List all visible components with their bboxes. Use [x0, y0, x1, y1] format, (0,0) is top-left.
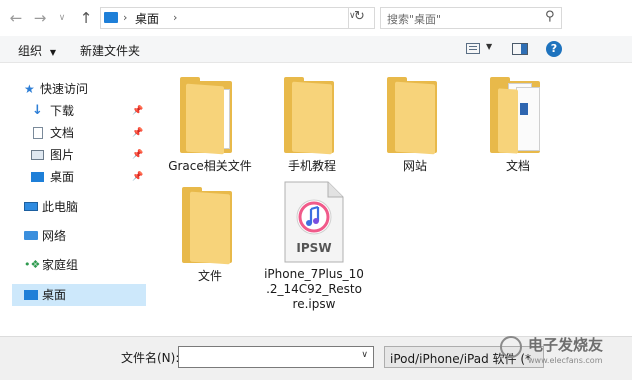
file-name: 手机教程 [287, 159, 336, 173]
file-item-folder[interactable]: 手机教程 [262, 75, 362, 179]
filename-label: 文件名(N): [121, 351, 180, 365]
sidebar-item-desktop[interactable]: 桌面 📌 [0, 166, 148, 188]
file-item-folder[interactable]: 网站 [365, 75, 465, 179]
folder-icon [180, 75, 240, 155]
watermark-text: 电子发烧友 [528, 336, 604, 354]
sidebar-item-label: 桌面 [50, 170, 75, 184]
sidebar-item-desktop-root[interactable]: 桌面 [12, 284, 146, 306]
sidebar-item-label: 家庭组 [42, 258, 79, 272]
sidebar-item-pictures[interactable]: 图片 📌 [0, 144, 148, 166]
ipsw-icon-label: IPSW [296, 241, 332, 255]
sidebar-item-label: 快速访问 [40, 82, 89, 96]
file-name-line: iPhone_7Plus_10 [264, 267, 364, 281]
picture-icon [31, 150, 44, 160]
computer-icon [24, 202, 38, 211]
file-name: iPhone_7Plus_10 .2_14C92_Resto re.ipsw [262, 267, 366, 312]
breadcrumb-separator-icon: › [123, 11, 128, 24]
pin-icon[interactable]: 📌 [132, 144, 143, 166]
sidebar-item-downloads[interactable]: ↓ 下载 📌 [0, 100, 148, 122]
view-dropdown-icon[interactable]: ▼ [486, 42, 492, 51]
sidebar-item-label: 图片 [50, 148, 75, 162]
organize-dropdown-icon: ▼ [49, 48, 56, 57]
file-name: 文档 [505, 159, 530, 173]
command-bar: 组织 ▼ 新建文件夹 ▼ ? [0, 36, 632, 63]
network-icon [24, 231, 38, 240]
watermark-url: www.elecfans.com [528, 356, 603, 365]
forward-arrow-icon[interactable]: → [30, 8, 50, 28]
navigation-pane: ★ 快速访问 ↓ 下载 📌 文档 📌 图片 📌 桌面 📌 此电脑 网络 •❖ 家… [0, 63, 148, 333]
watermark-ring-icon [500, 336, 522, 358]
pin-icon[interactable]: 📌 [132, 166, 143, 188]
search-placeholder: 搜索"桌面" [387, 13, 442, 26]
recent-locations-chevron-icon[interactable]: ∨ [52, 8, 72, 28]
file-item-folder[interactable]: 文件 [160, 185, 260, 289]
search-icon[interactable]: ⚲ [545, 9, 555, 24]
folder-icon [284, 75, 344, 155]
organize-menu[interactable]: 组织 ▼ [18, 42, 56, 59]
preview-pane-icon[interactable] [512, 43, 528, 55]
search-input[interactable]: 搜索"桌面" ⚲ [380, 7, 562, 29]
breadcrumb-chevron-icon[interactable]: › [173, 11, 177, 24]
file-item-folder[interactable]: Grace相关文件 [160, 75, 260, 179]
desktop-icon [104, 12, 118, 23]
help-icon[interactable]: ? [546, 41, 562, 57]
file-name: 文件 [197, 269, 222, 283]
sidebar-item-label: 下载 [50, 104, 75, 118]
sidebar-item-network[interactable]: 网络 [0, 225, 148, 247]
document-icon [33, 127, 43, 139]
desktop-icon [31, 172, 44, 182]
refresh-icon[interactable]: ↻ [354, 9, 365, 24]
sidebar-item-label: 此电脑 [42, 200, 79, 214]
file-list: Grace相关文件 手机教程 网站 文档 文件 IPSW iPhone_7Plu… [148, 63, 632, 335]
pin-icon[interactable]: 📌 [132, 122, 143, 144]
sidebar-item-this-pc[interactable]: 此电脑 [0, 196, 148, 218]
desktop-icon [24, 290, 38, 300]
sidebar-item-label: 文档 [50, 126, 75, 140]
filename-dropdown-icon[interactable]: ∨ [361, 350, 368, 360]
download-arrow-icon: ↓ [32, 103, 43, 118]
view-options-icon[interactable] [466, 43, 480, 54]
folder-with-documents-icon [490, 75, 550, 155]
back-arrow-icon[interactable]: ← [6, 8, 26, 28]
sidebar-item-label: 网络 [42, 229, 67, 243]
watermark-logo: 电子发烧友 www.elecfans.com [500, 330, 625, 376]
path-box[interactable]: › 桌面 › ∨ [100, 7, 375, 29]
new-folder-button[interactable]: 新建文件夹 [80, 42, 140, 59]
breadcrumb-desktop[interactable]: 桌面 [135, 10, 159, 27]
folder-icon [182, 185, 242, 265]
organize-label: 组织 [18, 44, 43, 58]
homegroup-icon: •❖ [24, 258, 41, 271]
filename-input[interactable]: ∨ [178, 346, 374, 368]
sidebar-item-label: 桌面 [42, 288, 67, 302]
folder-icon [387, 75, 447, 155]
file-name-line: .2_14C92_Resto [266, 282, 362, 296]
file-item-folder[interactable]: 文档 [468, 75, 568, 179]
file-name-line: re.ipsw [292, 297, 336, 311]
file-item-ipsw[interactable]: IPSW iPhone_7Plus_10 .2_14C92_Resto re.i… [262, 181, 366, 329]
sidebar-item-documents[interactable]: 文档 📌 [0, 122, 148, 144]
up-arrow-icon[interactable]: ↑ [76, 8, 96, 28]
divider [348, 7, 349, 29]
sidebar-item-quick-access[interactable]: ★ 快速访问 [0, 78, 148, 100]
address-bar: ← → ∨ ↑ › 桌面 › ∨ ↻ 搜索"桌面" ⚲ [0, 0, 632, 36]
sidebar-item-homegroup[interactable]: •❖ 家庭组 [0, 254, 148, 276]
file-name: 网站 [402, 159, 427, 173]
file-name: Grace相关文件 [168, 159, 252, 173]
star-icon: ★ [24, 82, 35, 96]
pin-icon[interactable]: 📌 [132, 100, 143, 122]
